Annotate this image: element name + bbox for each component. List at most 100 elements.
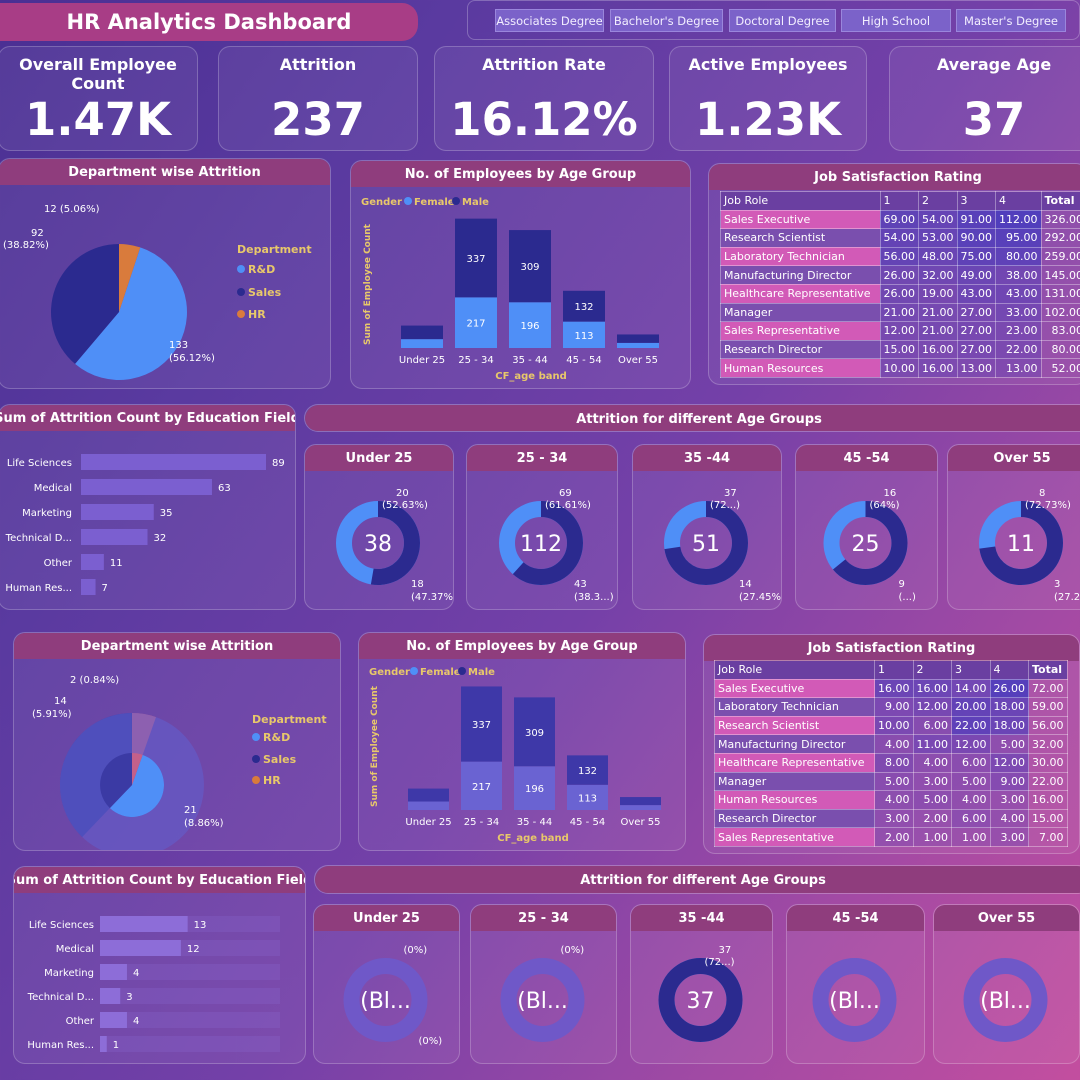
donut-chart[interactable]: (Bl... (0%)	[471, 931, 617, 1064]
donut-chart[interactable]: 38 20(52.63%) 18 (47.37%)	[305, 471, 454, 610]
col-3[interactable]: 3	[956, 191, 996, 211]
table-row[interactable]: Human Resources 10.00 16.00 13.00 13.00 52.00	[720, 358, 1080, 378]
col-4[interactable]: 4	[989, 660, 1029, 680]
col-1[interactable]: 1	[879, 191, 919, 211]
donut-chart[interactable]: 11 8(72.73%) 3 (27.27%)	[948, 471, 1080, 610]
value-cell: 11.00	[912, 734, 952, 754]
value-cell: 9.00	[989, 771, 1029, 792]
col-2[interactable]: 2	[912, 660, 952, 680]
donut-chart[interactable]: (Bl...	[787, 931, 925, 1064]
education-field-chart-2[interactable]: Life Sciences 13Medical 12Marketing 4Techni…	[14, 893, 306, 1064]
bar-male[interactable]	[401, 325, 443, 340]
table-row[interactable]: Healthcare Representative 8.00 4.00 6.00 12.…	[714, 752, 1068, 773]
table-row[interactable]: Sales Representative 2.00 1.00 1.00 3.00 7.00	[714, 827, 1068, 847]
donut-chart[interactable]: 112 69(61.61%) 43 (38.3...)	[467, 471, 618, 610]
kpi-label: Overall Employee Count	[19, 55, 177, 93]
slicer-bachelors-degree[interactable]: Bachelor's Degree	[610, 9, 723, 32]
education-field-chart[interactable]: Life Sciences 89 Medical 63 Marketing 35 Techn…	[0, 431, 296, 610]
donut-chart[interactable]: 51 37(72...) 14 (27.45%)	[633, 471, 782, 610]
table-row[interactable]: Manager 21.00 21.00 27.00 33.00 102.00	[720, 302, 1080, 323]
job-role-cell: Human Resources	[720, 358, 881, 378]
dept-pie-chart[interactable]: 133 (56.12%) 92 (38.82%) 12 (5.06%) Depa…	[0, 185, 331, 389]
value-cell: 32.00	[918, 265, 958, 285]
bar-female[interactable]	[401, 339, 443, 348]
edu-bar[interactable]	[81, 554, 104, 570]
edu-bar[interactable]	[81, 579, 96, 595]
table-row[interactable]: Manufacturing Director 26.00 32.00 49.00 38.…	[720, 265, 1080, 285]
edu-bar[interactable]	[81, 529, 148, 545]
col-1[interactable]: 1	[874, 660, 914, 680]
table-row[interactable]: Healthcare Representative 26.00 19.00 43.00…	[720, 283, 1080, 304]
edu-category-label: Medical	[34, 483, 72, 494]
job-satisfaction-table: Job Role 1 2 3 4 Total Sales Executive 69…	[720, 191, 1080, 378]
pie-label-hr: 12 (5.06%)	[44, 204, 100, 215]
bar-female[interactable]	[617, 342, 659, 348]
table-row[interactable]: Laboratory Technician 56.00 48.00 75.00 80.0…	[720, 246, 1080, 267]
table-row[interactable]: Human Resources 4.00 5.00 4.00 3.00 16.00	[714, 790, 1068, 810]
table-row[interactable]: Laboratory Technician 9.00 12.00 20.00 18.00…	[714, 697, 1068, 717]
table-row[interactable]: Research Scientist 54.00 53.00 90.00 95.00 29…	[720, 228, 1080, 248]
dept-attrition-card-2: Department wise Attrition 21 (8.86%) 14 …	[13, 632, 341, 851]
table-row[interactable]: Manager 5.00 3.00 5.00 9.00 22.00	[714, 771, 1068, 792]
donut-label-bottom-pct: (27.27%)	[1054, 592, 1080, 603]
pie-label-rd-count: 21	[184, 805, 197, 816]
edu-bar[interactable]	[81, 454, 266, 470]
donut-label-top: (0%)	[404, 945, 428, 956]
edu-bar[interactable]	[100, 1036, 107, 1052]
bar-female[interactable]	[620, 805, 661, 810]
donut-title: Under 25	[314, 905, 459, 931]
table-row[interactable]: Manufacturing Director 4.00 11.00 12.00 5.00…	[714, 734, 1068, 754]
value-cell: 22.00	[995, 339, 1042, 360]
bar-male[interactable]	[617, 334, 659, 343]
bar-male[interactable]	[408, 788, 449, 802]
table-row[interactable]: Sales Executive 69.00 54.00 91.00 112.00 326.…	[720, 209, 1080, 230]
value-cell: 38.00	[995, 265, 1042, 285]
table-row[interactable]: Sales Representative 12.00 21.00 27.00 23.00…	[720, 321, 1080, 341]
value-cell: 69.00	[879, 209, 919, 230]
bar-female[interactable]	[408, 801, 449, 810]
value-cell: 259.00	[1040, 246, 1080, 267]
col-3[interactable]: 3	[951, 660, 991, 680]
legend-sales-dot	[252, 755, 260, 763]
kpi-active-employees: Active Employees 1.23K	[669, 46, 867, 151]
col-2[interactable]: 2	[918, 191, 958, 211]
age-group-chart-2[interactable]: Gender Female Male Sum of Employee Count…	[359, 659, 686, 851]
edu-bar[interactable]	[81, 504, 154, 520]
edu-bar[interactable]	[100, 1012, 127, 1028]
donut-chart[interactable]: 3737(72...)	[631, 931, 773, 1064]
slicer-doctoral-degree[interactable]: Doctoral Degree	[729, 9, 836, 32]
edu-bar[interactable]	[100, 916, 188, 932]
col-total[interactable]: Total	[1040, 191, 1080, 211]
edu-bar[interactable]	[100, 940, 181, 956]
dept-pie-chart-2[interactable]: 21 (8.86%) 14 (5.91%) 2 (0.84%) Departme…	[14, 659, 341, 851]
legend-hr-dot	[252, 776, 260, 784]
value-cell: 27.00	[956, 302, 996, 323]
table-row[interactable]: Research Director 15.00 16.00 27.00 22.00 80.…	[720, 339, 1080, 360]
edu-category-label: Medical	[56, 944, 94, 955]
bars-group: Under 25 217 337 25 - 34 196 309 35 - 44 113 132…	[405, 686, 661, 828]
col-job-role[interactable]: Job Role	[714, 660, 875, 680]
edu-bar[interactable]	[100, 988, 121, 1004]
legend-rd: R&D	[248, 263, 275, 276]
donut-chart[interactable]: (Bl...	[934, 931, 1080, 1064]
value-cell: 56.00	[1028, 715, 1068, 736]
slicer-high-school[interactable]: High School	[841, 9, 951, 32]
bar-male[interactable]	[620, 797, 661, 806]
table-row[interactable]: Research Director 3.00 2.00 6.00 4.00 15.00	[714, 808, 1068, 829]
slicer-associates-degree[interactable]: Associates Degree	[495, 9, 604, 32]
donut-chart[interactable]: (Bl... (0%) (0%)	[314, 931, 460, 1064]
table-row[interactable]: Research Scientist 10.00 6.00 22.00 18.00 56.…	[714, 715, 1068, 736]
donut-label-top: 20	[396, 488, 409, 499]
age-attrition-header-2: Attrition for different Age Groups	[314, 865, 1080, 894]
donut-card: 25 - 34 112 69 (61.61%) 43 (38.3...)	[466, 444, 618, 610]
table-row[interactable]: Sales Executive 16.00 16.00 14.00 26.00 72.00	[714, 678, 1068, 699]
age-group-chart[interactable]: Gender Female Male Sum of Employee Count…	[351, 187, 691, 389]
job-role-cell: Research Director	[714, 808, 875, 829]
col-4[interactable]: 4	[995, 191, 1042, 211]
donut-chart[interactable]: 25 16(64%) 9 (...)	[796, 471, 938, 610]
edu-bar[interactable]	[81, 479, 212, 495]
edu-bar[interactable]	[100, 964, 127, 980]
col-job-role[interactable]: Job Role	[720, 191, 881, 211]
col-total[interactable]: Total	[1028, 660, 1068, 680]
slicer-masters-degree[interactable]: Master's Degree	[956, 9, 1066, 32]
